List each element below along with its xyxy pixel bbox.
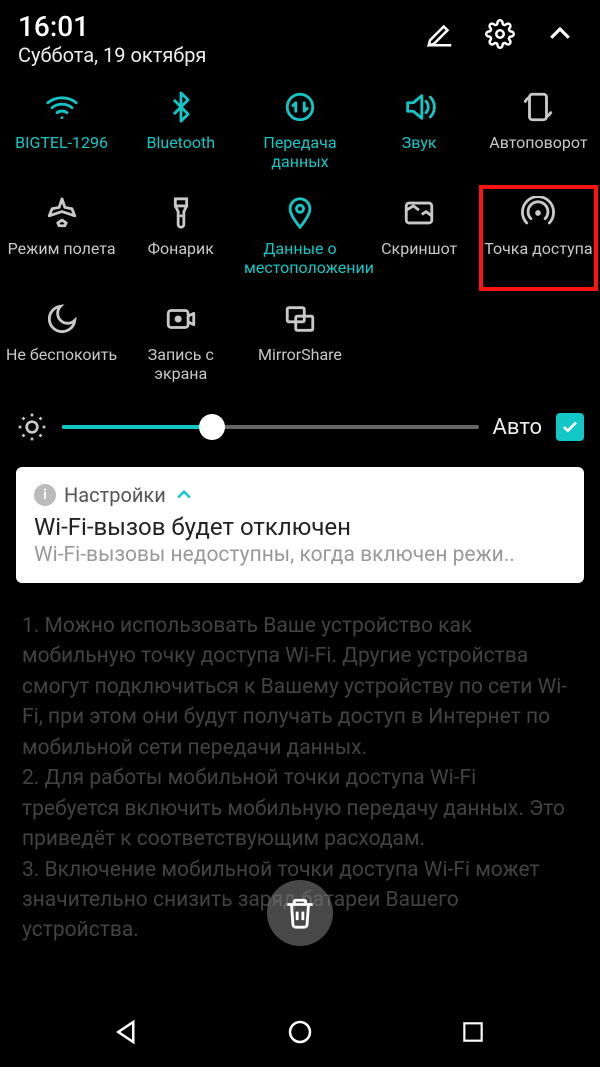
qs-tile-label: Данные о местоположении — [244, 239, 356, 277]
qs-tile-label: Режим полета — [8, 239, 116, 258]
navigation-bar — [0, 997, 600, 1067]
qs-tile-label: MirrorShare — [258, 345, 342, 364]
status-date: Суббота, 19 октября — [18, 43, 424, 67]
back-button[interactable] — [107, 1012, 147, 1052]
auto-brightness-checkbox[interactable] — [556, 413, 584, 441]
status-time: 16:01 — [18, 10, 424, 43]
qs-tile-mirror-share[interactable]: MirrorShare — [240, 291, 359, 397]
qs-tile-label: Передача данных — [244, 133, 356, 171]
wifi-icon — [44, 89, 80, 125]
auto-rotate-icon — [520, 89, 556, 125]
home-button[interactable] — [280, 1012, 320, 1052]
hotspot-icon — [520, 195, 556, 231]
quick-settings-grid: BIGTEL-1296 Bluetooth Передача данных Звук А… — [0, 73, 600, 401]
qs-tile-sound[interactable]: Звук — [360, 79, 479, 185]
notification-body: Wi-Fi-вызовы недоступны, когда включен р… — [34, 543, 566, 567]
qs-tile-label: Скриншот — [381, 239, 457, 258]
info-icon: i — [34, 484, 56, 506]
qs-tile-label: Запись с экрана — [125, 345, 237, 383]
notification-title: Wi-Fi-вызов будет отключен — [34, 513, 566, 541]
location-icon — [282, 195, 318, 231]
sound-icon — [401, 89, 437, 125]
settings-gear-icon[interactable] — [484, 18, 516, 50]
qs-tile-label: Фонарик — [148, 239, 214, 258]
qs-tile-label: Bluetooth — [147, 133, 216, 152]
auto-brightness-label: Авто — [493, 415, 542, 440]
qs-tile-auto-rotate[interactable]: Автоповорот — [479, 79, 598, 185]
qs-tile-label: BIGTEL-1296 — [15, 133, 108, 152]
clear-notifications-button[interactable] — [267, 880, 333, 946]
qs-tile-location[interactable]: Данные о местоположении — [240, 185, 359, 291]
mirror-share-icon — [282, 301, 318, 337]
brightness-icon — [16, 411, 48, 443]
collapse-chevron-icon[interactable] — [544, 18, 576, 50]
airplane-icon — [44, 195, 80, 231]
bluetooth-icon — [163, 89, 199, 125]
qs-tile-screenshot[interactable]: Скриншот — [360, 185, 479, 291]
qs-tile-bluetooth[interactable]: Bluetooth — [121, 79, 240, 185]
flashlight-icon — [163, 195, 199, 231]
qs-tile-dnd[interactable]: Не беспокоить — [2, 291, 121, 397]
qs-tile-airplane[interactable]: Режим полета — [2, 185, 121, 291]
trash-icon — [283, 896, 317, 930]
recent-apps-button[interactable] — [453, 1012, 493, 1052]
qs-tile-screen-record[interactable]: Запись с экрана — [121, 291, 240, 397]
screen-record-icon — [163, 301, 199, 337]
qs-tile-wifi[interactable]: BIGTEL-1296 — [2, 79, 121, 185]
data-transfer-icon — [282, 89, 318, 125]
dnd-icon — [44, 301, 80, 337]
qs-tile-label: Точка доступа — [484, 239, 592, 258]
brightness-slider[interactable] — [62, 409, 479, 445]
qs-tile-data-transfer[interactable]: Передача данных — [240, 79, 359, 185]
qs-tile-flashlight[interactable]: Фонарик — [121, 185, 240, 291]
notification-card[interactable]: i Настройки Wi-Fi-вызов будет отключен W… — [16, 467, 584, 583]
edit-icon[interactable] — [424, 18, 456, 50]
qs-tile-hotspot[interactable]: Точка доступа — [479, 185, 598, 291]
qs-tile-label: Не беспокоить — [6, 345, 117, 364]
brightness-row: Авто — [0, 401, 600, 459]
notification-app-name: Настройки — [64, 483, 166, 507]
qs-tile-label: Звук — [402, 133, 437, 152]
qs-tile-label: Автоповорот — [489, 133, 587, 152]
screenshot-icon — [401, 195, 437, 231]
collapse-chevron-icon[interactable] — [174, 485, 194, 505]
